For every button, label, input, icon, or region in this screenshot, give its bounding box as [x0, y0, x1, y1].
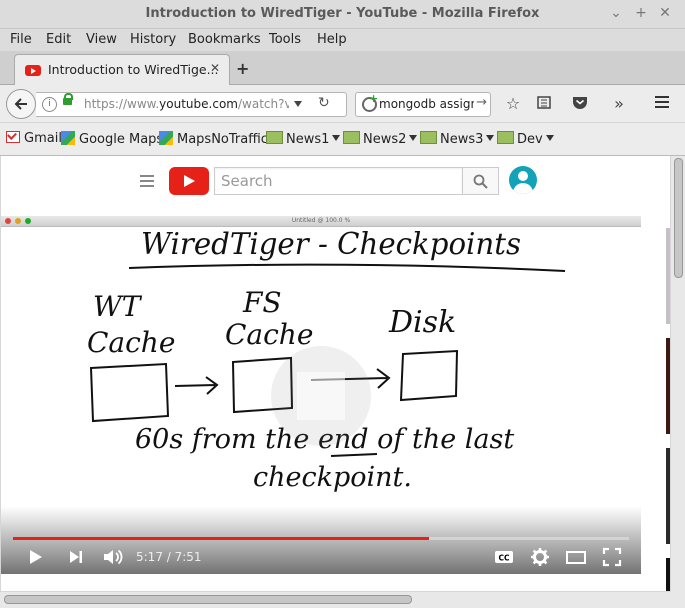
- bookmark-folder-news1[interactable]: News1: [266, 131, 341, 147]
- url-text[interactable]: https://www.youtube.com/watch?v=C: [84, 97, 289, 111]
- tab-youtube[interactable]: Introduction to WiredTige... ✕: [14, 54, 230, 85]
- whiteboard-heading: WiredTiger - Checkpoints: [141, 227, 521, 262]
- horizontal-scrollbar[interactable]: [0, 592, 685, 608]
- bookmark-folder-news2[interactable]: News2: [343, 131, 418, 147]
- pocket-icon[interactable]: [569, 93, 591, 115]
- bookmark-folder-news3[interactable]: News3: [420, 131, 495, 147]
- play-icon[interactable]: [27, 547, 45, 571]
- tab-close-icon[interactable]: ✕: [210, 61, 220, 75]
- bookmark-google-maps[interactable]: Google Maps: [61, 131, 163, 147]
- tab-strip: Introduction to WiredTige... ✕ +: [0, 51, 685, 85]
- maximize-icon[interactable]: +: [632, 4, 650, 22]
- bookmark-star-icon[interactable]: ☆: [502, 93, 524, 115]
- menu-bar: File Edit View History Bookmarks Tools H…: [0, 29, 685, 51]
- search-value[interactable]: mongodb assign: [379, 97, 474, 111]
- folder-icon: [420, 131, 437, 144]
- label-cache-1: Cache: [87, 326, 175, 359]
- related-videos-sidebar: [649, 216, 670, 591]
- settings-gear-icon[interactable]: [530, 547, 550, 571]
- youtube-search-button[interactable]: [462, 167, 499, 195]
- nav-bar: i https://www.youtube.com/watch?v=C ↻ mo…: [0, 85, 685, 122]
- menu-history[interactable]: History: [130, 32, 176, 47]
- minimize-icon[interactable]: ⌄: [607, 4, 625, 22]
- menu-edit[interactable]: Edit: [46, 32, 71, 47]
- bookmark-folder-dev[interactable]: Dev: [497, 131, 554, 147]
- menu-file[interactable]: File: [10, 32, 32, 47]
- folder-icon: [497, 131, 514, 144]
- chevron-down-icon: [409, 135, 418, 141]
- chevron-down-icon: [332, 135, 341, 141]
- time-display: 5:17 / 7:51: [136, 550, 202, 564]
- fullscreen-icon[interactable]: [602, 547, 622, 571]
- search-go-icon[interactable]: →: [476, 95, 487, 110]
- back-button[interactable]: [6, 89, 36, 119]
- label-cache-2: Cache: [225, 318, 313, 351]
- svg-text:CC: CC: [498, 554, 510, 563]
- page-content: Search Untitled @ 100.0 % WiredTiger - C…: [1, 156, 670, 591]
- related-thumbnail[interactable]: [666, 448, 670, 544]
- vertical-scrollbar[interactable]: [671, 156, 685, 592]
- theater-mode-icon[interactable]: [565, 547, 587, 571]
- related-thumbnail[interactable]: [666, 228, 670, 324]
- related-thumbnail[interactable]: [666, 558, 670, 591]
- avatar[interactable]: [509, 166, 537, 194]
- reload-icon[interactable]: ↻: [318, 95, 330, 111]
- youtube-favicon-icon: [25, 65, 41, 76]
- label-fs: FS: [242, 286, 282, 319]
- maps-icon: [159, 131, 173, 145]
- captions-icon[interactable]: CC: [494, 547, 514, 571]
- heading-underline: [128, 263, 566, 272]
- menu-tools[interactable]: Tools: [269, 32, 301, 47]
- video-player[interactable]: Untitled @ 100.0 % WiredTiger - Checkpoi…: [1, 216, 641, 574]
- wt-cache-box: [89, 362, 170, 423]
- youtube-search-input[interactable]: Search: [214, 167, 463, 195]
- window-titlebar: Introduction to WiredTiger - YouTube - M…: [0, 0, 685, 29]
- bookmark-gmail[interactable]: Gmail: [6, 131, 62, 146]
- search-engine-icon[interactable]: [362, 92, 378, 112]
- info-icon[interactable]: i: [42, 97, 57, 112]
- close-window-icon[interactable]: ✕: [656, 4, 674, 22]
- folder-icon: [266, 131, 283, 144]
- progress-bar[interactable]: [13, 537, 629, 540]
- progress-fill: [13, 537, 429, 540]
- menu-bookmarks[interactable]: Bookmarks: [188, 32, 261, 47]
- folder-icon: [343, 131, 360, 144]
- bookmark-mapsnotraffic[interactable]: MapsNoTraffic: [159, 131, 268, 147]
- youtube-header: Search: [1, 156, 670, 208]
- search-icon: [473, 174, 488, 189]
- url-dropdown-icon[interactable]: [294, 101, 302, 107]
- reader-view-icon[interactable]: [533, 93, 555, 115]
- guide-menu-icon[interactable]: [140, 175, 154, 187]
- menu-view[interactable]: View: [86, 32, 117, 47]
- menu-help[interactable]: Help: [317, 32, 347, 47]
- hamburger-menu-icon[interactable]: [651, 93, 673, 115]
- label-disk: Disk: [388, 305, 456, 340]
- url-bar[interactable]: i https://www.youtube.com/watch?v=C ↻: [36, 92, 347, 117]
- bookmarks-toolbar: Gmail Google Maps MapsNoTraffic News1 Ne…: [0, 123, 685, 156]
- search-bar[interactable]: mongodb assign →: [355, 92, 491, 117]
- tab-label: Introduction to WiredTige...: [48, 62, 219, 77]
- center-pause-overlay: [297, 372, 345, 420]
- back-arrow-icon: [14, 98, 27, 110]
- note-line-2: checkpoint.: [253, 462, 412, 493]
- next-icon[interactable]: [67, 547, 85, 571]
- new-tab-icon[interactable]: +: [236, 59, 249, 78]
- volume-icon[interactable]: [102, 547, 124, 571]
- chevron-down-icon: [486, 135, 495, 141]
- disk-box: [399, 349, 459, 402]
- arrow-1: [174, 376, 219, 395]
- overflow-icon[interactable]: »: [608, 93, 630, 115]
- vertical-scroll-thumb[interactable]: [674, 158, 683, 278]
- label-wt: WT: [93, 290, 143, 323]
- chevron-down-icon: [545, 135, 554, 141]
- lock-icon[interactable]: [63, 93, 73, 105]
- window-title: Introduction to WiredTiger - YouTube - M…: [145, 6, 540, 21]
- search-placeholder: Search: [221, 172, 273, 190]
- maps-icon: [61, 131, 75, 145]
- horizontal-scroll-thumb[interactable]: [4, 595, 412, 604]
- youtube-logo[interactable]: [169, 167, 209, 195]
- gmail-icon: [6, 131, 20, 143]
- related-thumbnail[interactable]: [666, 338, 670, 434]
